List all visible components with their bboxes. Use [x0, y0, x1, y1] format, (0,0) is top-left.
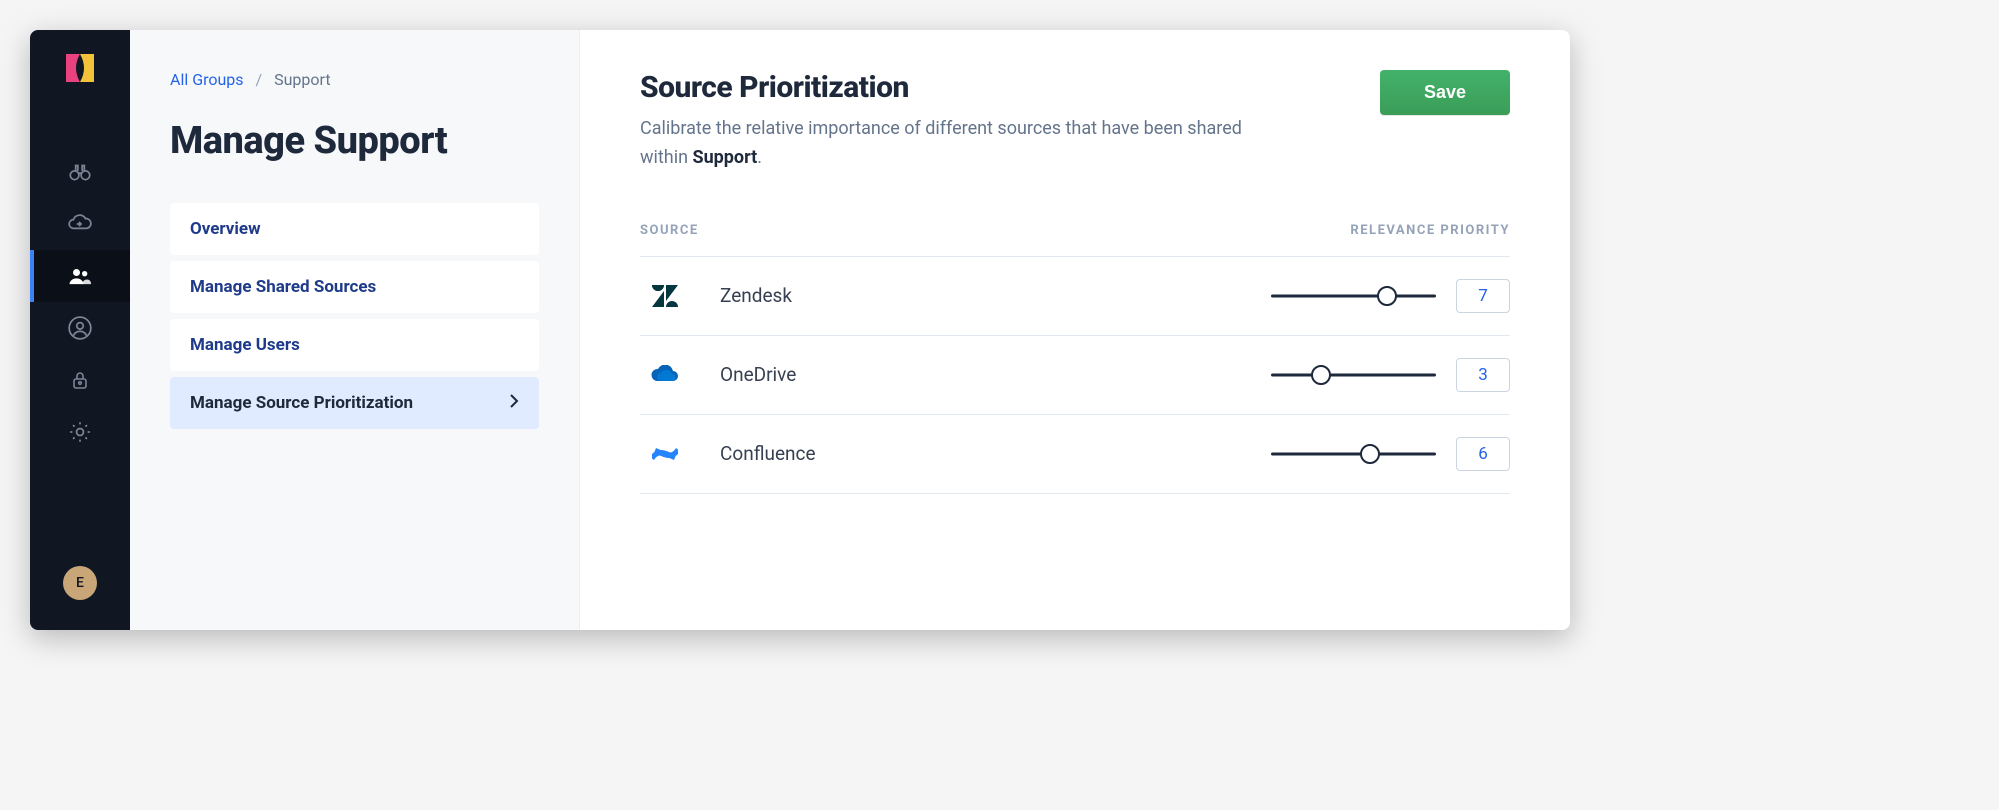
- main-content: Source Prioritization Calibrate the rela…: [580, 30, 1570, 630]
- col-source: SOURCE: [640, 223, 699, 238]
- zendesk-icon: [650, 281, 680, 311]
- subnav-item-0[interactable]: Overview: [170, 203, 539, 255]
- side-panel: All Groups / Support Manage Support Over…: [130, 30, 580, 630]
- nav-rail: E: [30, 30, 130, 630]
- subnav-item-label: Overview: [190, 219, 261, 239]
- save-button[interactable]: Save: [1380, 70, 1510, 115]
- source-name: Confluence: [720, 442, 1271, 465]
- cloud-sync-icon: [67, 211, 93, 237]
- avatar-initial: E: [76, 575, 84, 591]
- subnav-item-1[interactable]: Manage Shared Sources: [170, 261, 539, 313]
- app-window: E All Groups / Support Manage Support Ov…: [30, 30, 1570, 630]
- priority-control: 7: [1271, 279, 1510, 313]
- subnav-item-2[interactable]: Manage Users: [170, 319, 539, 371]
- section-description: Calibrate the relative importance of dif…: [640, 115, 1280, 173]
- source-row: Zendesk 7: [640, 257, 1510, 336]
- breadcrumb-separator: /: [256, 70, 263, 89]
- priority-slider[interactable]: [1271, 365, 1436, 385]
- gear-icon: [67, 419, 93, 445]
- rail-item-discover[interactable]: [30, 146, 130, 198]
- subnav-list: Overview Manage Shared Sources Manage User…: [170, 203, 539, 429]
- users-icon: [66, 262, 94, 290]
- logo-icon: [62, 50, 98, 86]
- source-row: OneDrive 3: [640, 336, 1510, 415]
- onedrive-icon: [650, 360, 680, 390]
- main-header: Source Prioritization Calibrate the rela…: [640, 70, 1510, 173]
- priority-value[interactable]: 7: [1456, 279, 1510, 313]
- rail-item-settings[interactable]: [30, 406, 130, 458]
- source-rows: Zendesk 7 OneDrive 3 Confluence 6: [640, 257, 1510, 494]
- avatar[interactable]: E: [63, 566, 97, 600]
- priority-value[interactable]: 6: [1456, 437, 1510, 471]
- priority-slider[interactable]: [1271, 444, 1436, 464]
- rail-item-sync[interactable]: [30, 198, 130, 250]
- col-priority: RELEVANCE PRIORITY: [1350, 223, 1510, 238]
- priority-slider[interactable]: [1271, 286, 1436, 306]
- rail-item-groups[interactable]: [30, 250, 130, 302]
- priority-control: 6: [1271, 437, 1510, 471]
- subnav-item-3[interactable]: Manage Source Prioritization: [170, 377, 539, 429]
- source-name: OneDrive: [720, 363, 1271, 386]
- chevron-right-icon: [509, 393, 519, 413]
- breadcrumb-root-link[interactable]: All Groups: [170, 70, 244, 89]
- subnav-item-label: Manage Shared Sources: [190, 277, 376, 297]
- confluence-icon: [650, 439, 680, 469]
- group-name: Support: [693, 147, 758, 168]
- breadcrumb-current: Support: [274, 70, 330, 89]
- breadcrumb: All Groups / Support: [170, 70, 539, 89]
- subnav-item-label: Manage Users: [190, 335, 300, 355]
- rail-item-account[interactable]: [30, 302, 130, 354]
- priority-control: 3: [1271, 358, 1510, 392]
- source-row: Confluence 6: [640, 415, 1510, 494]
- person-circle-icon: [67, 315, 93, 341]
- binoculars-icon: [67, 159, 93, 185]
- page-title: Manage Support: [170, 119, 539, 163]
- source-name: Zendesk: [720, 284, 1271, 307]
- rail-item-security[interactable]: [30, 354, 130, 406]
- priority-value[interactable]: 3: [1456, 358, 1510, 392]
- section-title: Source Prioritization: [640, 70, 1280, 105]
- table-header: SOURCE RELEVANCE PRIORITY: [640, 223, 1510, 257]
- lock-icon: [68, 368, 92, 392]
- subnav-item-label: Manage Source Prioritization: [190, 393, 413, 413]
